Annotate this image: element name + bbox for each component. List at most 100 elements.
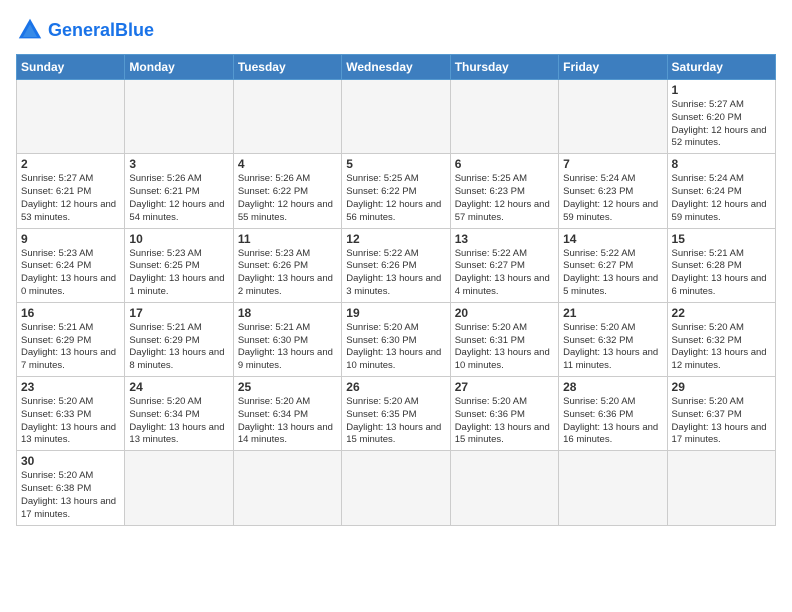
calendar-cell: 22Sunrise: 5:20 AM Sunset: 6:32 PM Dayli… (667, 302, 775, 376)
calendar-cell: 20 Sunrise: 5:20 AM Sunset: 6:31 PM Dayli… (450, 302, 558, 376)
day-info: Sunrise: 5:20 AM Sunset: 6:36 PM Dayligh… (455, 396, 554, 447)
logo: GeneralBlue (16, 16, 154, 44)
calendar-cell (17, 80, 125, 154)
day-info: Sunrise: 5:25 AM Sunset: 6:22 PM Dayligh… (346, 173, 445, 224)
day-number: 26 (346, 380, 445, 394)
day-number: 13 (455, 232, 554, 246)
day-info: Sunrise: 5:23 AM Sunset: 6:25 PM Dayligh… (129, 248, 228, 299)
day-number: 29 (672, 380, 771, 394)
col-saturday: Saturday (667, 55, 775, 80)
col-tuesday: Tuesday (233, 55, 341, 80)
day-number: 23 (21, 380, 120, 394)
day-info: Sunrise: 5:22 AM Sunset: 6:27 PM Dayligh… (563, 248, 662, 299)
calendar-cell (342, 80, 450, 154)
day-info: Sunrise: 5:20 AM Sunset: 6:38 PM Dayligh… (21, 470, 120, 521)
day-number: 18 (238, 306, 337, 320)
calendar-cell (450, 451, 558, 525)
day-info: Sunrise: 5:26 AM Sunset: 6:22 PM Dayligh… (238, 173, 337, 224)
calendar-cell: 26 Sunrise: 5:20 AM Sunset: 6:35 PM Dayli… (342, 377, 450, 451)
calendar-cell: 4Sunrise: 5:26 AM Sunset: 6:22 PM Daylig… (233, 154, 341, 228)
calendar-cell: 3Sunrise: 5:26 AM Sunset: 6:21 PM Daylig… (125, 154, 233, 228)
day-number: 14 (563, 232, 662, 246)
day-number: 24 (129, 380, 228, 394)
day-number: 27 (455, 380, 554, 394)
day-info: Sunrise: 5:20 AM Sunset: 6:32 PM Dayligh… (563, 322, 662, 373)
col-sunday: Sunday (17, 55, 125, 80)
day-number: 10 (129, 232, 228, 246)
day-info: Sunrise: 5:22 AM Sunset: 6:26 PM Dayligh… (346, 248, 445, 299)
calendar-cell: 27 Sunrise: 5:20 AM Sunset: 6:36 PM Dayli… (450, 377, 558, 451)
calendar-table: Sunday Monday Tuesday Wednesday Thursday… (16, 54, 776, 526)
day-info: Sunrise: 5:27 AM Sunset: 6:20 PM Dayligh… (672, 99, 771, 150)
page: GeneralBlue Sunday Monday Tuesday Wednes… (0, 0, 792, 612)
day-number: 16 (21, 306, 120, 320)
col-friday: Friday (559, 55, 667, 80)
calendar-cell: 23Sunrise: 5:20 AM Sunset: 6:33 PM Dayli… (17, 377, 125, 451)
day-number: 12 (346, 232, 445, 246)
calendar-cell: 21Sunrise: 5:20 AM Sunset: 6:32 PM Dayli… (559, 302, 667, 376)
calendar-cell: 8 Sunrise: 5:24 AM Sunset: 6:24 PM Daylig… (667, 154, 775, 228)
day-info: Sunrise: 5:20 AM Sunset: 6:35 PM Dayligh… (346, 396, 445, 447)
col-monday: Monday (125, 55, 233, 80)
calendar-cell: 7 Sunrise: 5:24 AM Sunset: 6:23 PM Daylig… (559, 154, 667, 228)
logo-text: GeneralBlue (48, 21, 154, 39)
day-info: Sunrise: 5:21 AM Sunset: 6:29 PM Dayligh… (21, 322, 120, 373)
day-info: Sunrise: 5:20 AM Sunset: 6:34 PM Dayligh… (129, 396, 228, 447)
calendar-cell: 12 Sunrise: 5:22 AM Sunset: 6:26 PM Dayli… (342, 228, 450, 302)
calendar-cell (233, 80, 341, 154)
calendar-cell: 19 Sunrise: 5:20 AM Sunset: 6:30 PM Dayli… (342, 302, 450, 376)
day-info: Sunrise: 5:20 AM Sunset: 6:34 PM Dayligh… (238, 396, 337, 447)
calendar-cell: 17Sunrise: 5:21 AM Sunset: 6:29 PM Dayli… (125, 302, 233, 376)
calendar-cell: 9 Sunrise: 5:23 AM Sunset: 6:24 PM Daylig… (17, 228, 125, 302)
day-info: Sunrise: 5:24 AM Sunset: 6:24 PM Dayligh… (672, 173, 771, 224)
day-number: 1 (672, 83, 771, 97)
calendar-cell: 13 Sunrise: 5:22 AM Sunset: 6:27 PM Dayli… (450, 228, 558, 302)
day-info: Sunrise: 5:20 AM Sunset: 6:30 PM Dayligh… (346, 322, 445, 373)
calendar-cell (667, 451, 775, 525)
calendar-cell (559, 451, 667, 525)
calendar-cell: 25 Sunrise: 5:20 AM Sunset: 6:34 PM Dayli… (233, 377, 341, 451)
day-number: 17 (129, 306, 228, 320)
day-info: Sunrise: 5:20 AM Sunset: 6:31 PM Dayligh… (455, 322, 554, 373)
day-info: Sunrise: 5:26 AM Sunset: 6:21 PM Dayligh… (129, 173, 228, 224)
calendar-cell: 15Sunrise: 5:21 AM Sunset: 6:28 PM Dayli… (667, 228, 775, 302)
calendar-cell: 2 Sunrise: 5:27 AM Sunset: 6:21 PM Daylig… (17, 154, 125, 228)
day-number: 2 (21, 157, 120, 171)
calendar-cell: 11Sunrise: 5:23 AM Sunset: 6:26 PM Dayli… (233, 228, 341, 302)
day-number: 28 (563, 380, 662, 394)
day-number: 5 (346, 157, 445, 171)
day-info: Sunrise: 5:21 AM Sunset: 6:28 PM Dayligh… (672, 248, 771, 299)
day-number: 25 (238, 380, 337, 394)
day-info: Sunrise: 5:22 AM Sunset: 6:27 PM Dayligh… (455, 248, 554, 299)
calendar-cell: 1 Sunrise: 5:27 AM Sunset: 6:20 PM Daylig… (667, 80, 775, 154)
calendar-cell (559, 80, 667, 154)
calendar-cell: 5 Sunrise: 5:25 AM Sunset: 6:22 PM Daylig… (342, 154, 450, 228)
calendar-cell: 30 Sunrise: 5:20 AM Sunset: 6:38 PM Dayli… (17, 451, 125, 525)
calendar-cell (125, 451, 233, 525)
day-info: Sunrise: 5:24 AM Sunset: 6:23 PM Dayligh… (563, 173, 662, 224)
calendar-header-row: Sunday Monday Tuesday Wednesday Thursday… (17, 55, 776, 80)
calendar-cell: 16 Sunrise: 5:21 AM Sunset: 6:29 PM Dayli… (17, 302, 125, 376)
calendar-cell (450, 80, 558, 154)
day-number: 9 (21, 232, 120, 246)
day-number: 6 (455, 157, 554, 171)
day-info: Sunrise: 5:27 AM Sunset: 6:21 PM Dayligh… (21, 173, 120, 224)
day-number: 19 (346, 306, 445, 320)
calendar-cell (125, 80, 233, 154)
col-thursday: Thursday (450, 55, 558, 80)
calendar-cell: 29Sunrise: 5:20 AM Sunset: 6:37 PM Dayli… (667, 377, 775, 451)
calendar-cell: 14 Sunrise: 5:22 AM Sunset: 6:27 PM Dayli… (559, 228, 667, 302)
day-number: 30 (21, 454, 120, 468)
day-number: 8 (672, 157, 771, 171)
calendar-cell (233, 451, 341, 525)
day-number: 7 (563, 157, 662, 171)
calendar-cell: 10 Sunrise: 5:23 AM Sunset: 6:25 PM Dayli… (125, 228, 233, 302)
calendar-cell (342, 451, 450, 525)
day-number: 20 (455, 306, 554, 320)
day-info: Sunrise: 5:25 AM Sunset: 6:23 PM Dayligh… (455, 173, 554, 224)
day-info: Sunrise: 5:23 AM Sunset: 6:24 PM Dayligh… (21, 248, 120, 299)
day-info: Sunrise: 5:23 AM Sunset: 6:26 PM Dayligh… (238, 248, 337, 299)
calendar-cell: 18Sunrise: 5:21 AM Sunset: 6:30 PM Dayli… (233, 302, 341, 376)
col-wednesday: Wednesday (342, 55, 450, 80)
calendar-cell: 28Sunrise: 5:20 AM Sunset: 6:36 PM Dayli… (559, 377, 667, 451)
